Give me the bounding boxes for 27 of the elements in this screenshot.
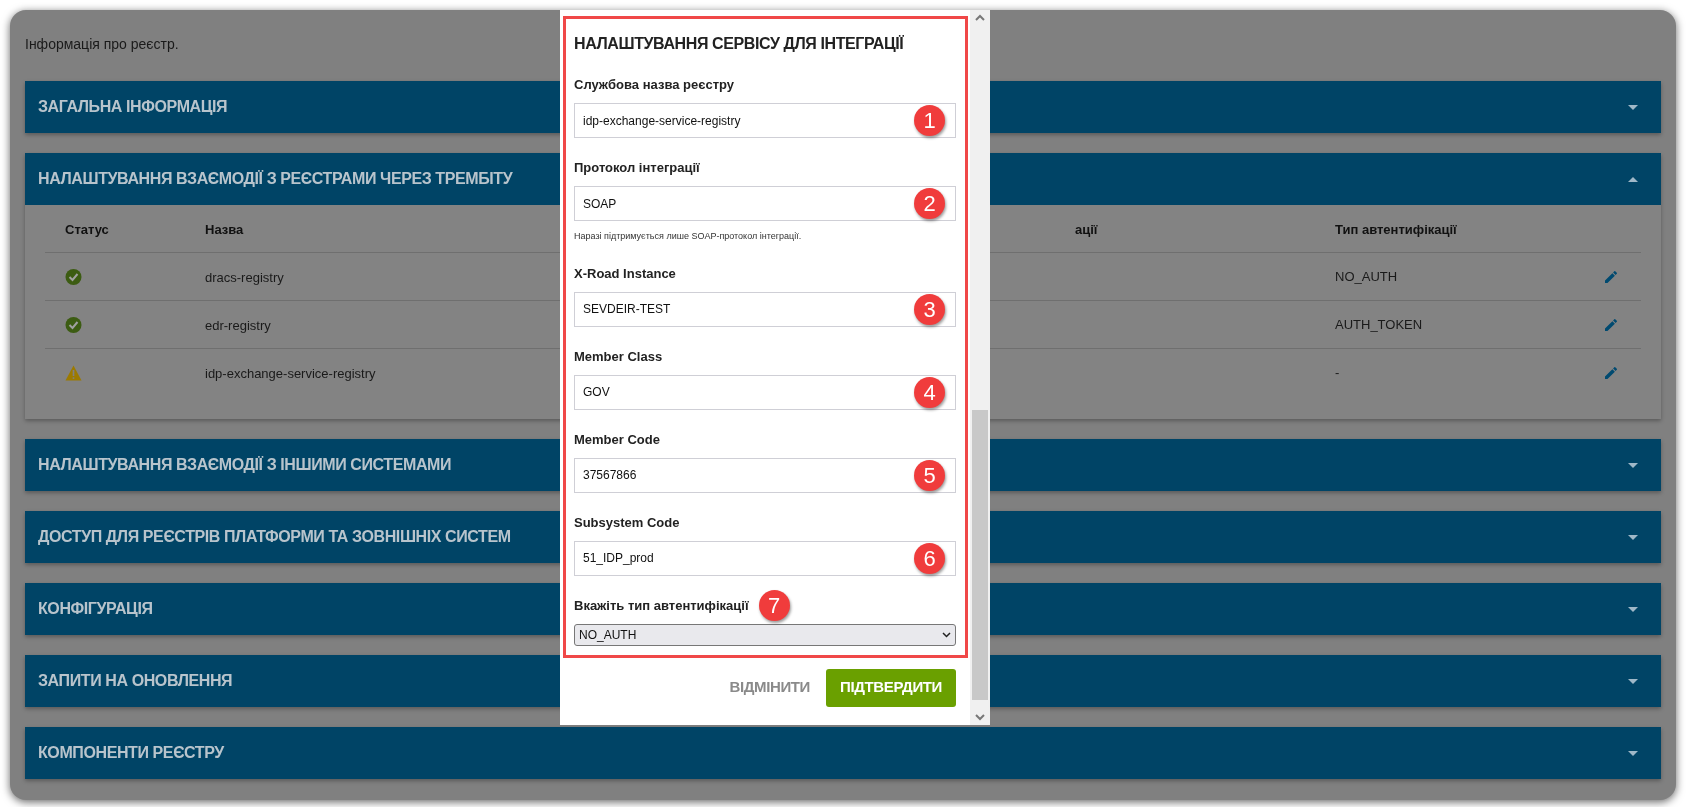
table-cell-text: NO_AUTH <box>1335 267 1398 286</box>
field-label: Протокол інтеграції <box>574 159 700 178</box>
number-marker: 3 <box>914 293 945 325</box>
column-header: Тип автентифікації <box>1335 221 1457 237</box>
table-cell: idp-exchange-service-registry <box>205 366 376 381</box>
column-header: Статус <box>65 221 109 237</box>
number-marker: 7 <box>758 590 790 621</box>
table-cell: edr-registry <box>205 317 271 333</box>
number-marker: 5 <box>914 459 945 491</box>
field-label: Member Code <box>574 430 660 449</box>
field-label: X-Road Instance <box>574 264 676 283</box>
intro-text: Інформація про реєстр. <box>25 35 179 54</box>
number-marker: 1 <box>914 105 945 136</box>
dialog-title: НАЛАШТУВАННЯ СЕРВІСУ ДЛЯ ІНТЕГРАЦІЇ <box>574 34 905 54</box>
field-label: Службова назва реєстру <box>574 76 735 95</box>
number-marker: 6 <box>914 542 945 574</box>
number-marker: 2 <box>914 188 945 219</box>
table-cell: dracs-registry <box>205 269 284 285</box>
field-label: Member Class <box>574 347 663 366</box>
field-label: Вкажіть тип автентифікації <box>574 596 749 615</box>
table-cell-text: - <box>1335 364 1340 383</box>
field-label: Subsystem Code <box>574 513 680 532</box>
table-cell-text: AUTH_TOKEN <box>1335 315 1423 334</box>
number-marker: 4 <box>914 376 945 408</box>
column-header: ації <box>1075 221 1098 237</box>
field-hint: Наразі підтримується лише SOAP-протокол інтеграції. <box>574 230 803 243</box>
column-header: Назва <box>205 221 244 237</box>
